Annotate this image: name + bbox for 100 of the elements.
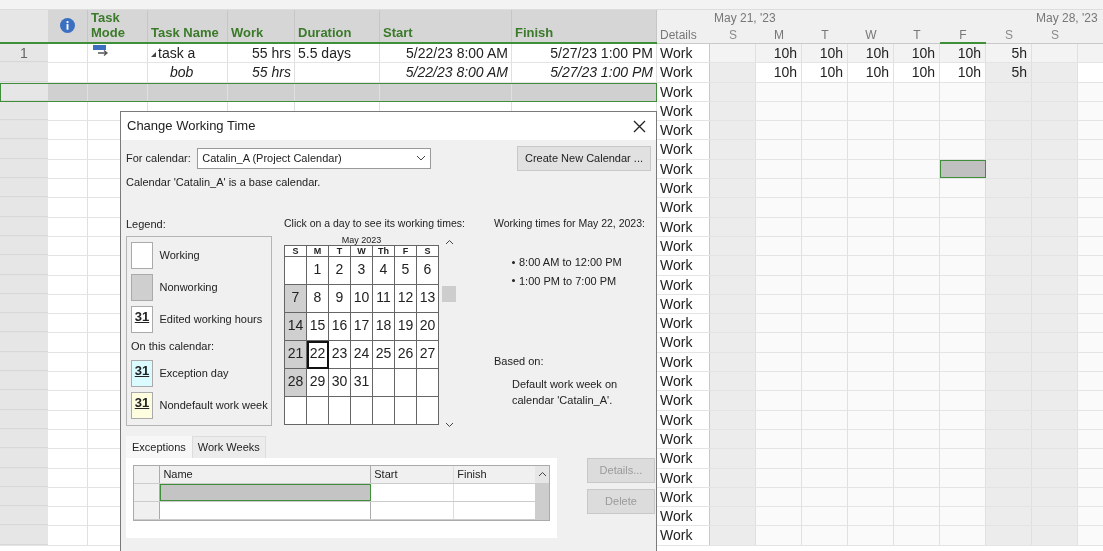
timescale-row[interactable]: Work [657, 429, 1103, 450]
timescale-row[interactable]: Work [657, 140, 1103, 160]
timescale-row[interactable]: Work [657, 159, 1103, 180]
nonworking-cell[interactable] [986, 333, 1032, 352]
timescale-row[interactable]: Work [657, 507, 1103, 527]
select-all-corner[interactable] [0, 10, 48, 42]
nonworking-cell[interactable] [710, 449, 756, 468]
calendar-day[interactable]: 6 [417, 257, 439, 286]
nonworking-cell[interactable] [1032, 449, 1078, 468]
calendar-day[interactable]: 4 [373, 257, 395, 286]
calendar-day[interactable]: 14 [285, 313, 307, 342]
nonworking-cell[interactable] [1032, 372, 1078, 391]
timescale-row[interactable]: Work [657, 121, 1103, 141]
nonworking-cell[interactable] [1032, 333, 1078, 352]
timescale-row[interactable]: Work [657, 198, 1103, 218]
calendar-day[interactable]: 1 [307, 257, 329, 286]
nonworking-cell[interactable] [986, 372, 1032, 391]
calendar-day[interactable]: 10 [351, 285, 373, 314]
calendar-day[interactable]: 3 [351, 257, 373, 286]
timescale-row[interactable]: Work [657, 352, 1103, 373]
timescale-row[interactable]: Work [657, 526, 1103, 546]
calendar-day[interactable]: 9 [329, 285, 351, 314]
timescale-row[interactable]: Work [657, 217, 1103, 237]
timescale-row[interactable]: Work [657, 294, 1103, 315]
nonworking-cell[interactable] [1032, 314, 1078, 333]
calendar-day[interactable]: 7 [285, 285, 307, 314]
day-header[interactable]: M [756, 27, 802, 44]
calendar-day[interactable]: 15 [307, 313, 329, 342]
calendar-day[interactable]: 28 [285, 369, 307, 398]
nonworking-cell[interactable] [710, 507, 756, 526]
calendar-day[interactable]: 22 [307, 341, 329, 370]
timescale-row[interactable]: Work 10h 10h 10h 10h 10h 5h [657, 44, 1103, 64]
timescale-row[interactable]: Work [657, 179, 1103, 199]
nonworking-cell[interactable] [986, 121, 1032, 140]
nonworking-cell[interactable] [710, 372, 756, 391]
day-header[interactable]: T [894, 27, 940, 44]
timescale-row[interactable]: Work [657, 391, 1103, 411]
timescale-row[interactable]: Work [657, 333, 1103, 353]
create-calendar-button[interactable]: Create New Calendar ... [517, 146, 651, 171]
tab[interactable]: Exceptions [126, 436, 192, 458]
calendar-day[interactable]: 8 [307, 285, 329, 314]
timescale-row[interactable]: Work [657, 410, 1103, 430]
calendar-day[interactable]: 27 [417, 341, 439, 370]
work-value[interactable]: 5h [986, 63, 1032, 82]
nonworking-cell[interactable] [710, 198, 756, 217]
timescale-row[interactable]: Work [657, 256, 1103, 276]
nonworking-cell[interactable] [986, 449, 1032, 468]
nonworking-cell[interactable] [986, 198, 1032, 217]
timescale-row[interactable]: Work [657, 372, 1103, 392]
calendar-day[interactable]: 25 [373, 341, 395, 370]
calendar-dropdown[interactable]: Catalin_A (Project Calendar) [197, 147, 432, 169]
nonworking-cell[interactable] [1032, 140, 1078, 159]
nonworking-cell[interactable] [710, 140, 756, 159]
calendar-day[interactable]: 12 [395, 285, 417, 314]
day-header[interactable]: W [848, 27, 894, 44]
scroll-up-icon[interactable] [444, 239, 454, 246]
nonworking-cell[interactable] [1032, 507, 1078, 526]
month-calendar[interactable]: S M T W Th F S 1 2 3 4 5 6 7 8 9 10 11 12 13 14 15 16 17 18 19 20 21 22 23 24 25 26 27 28 29 30 31 [284, 245, 439, 426]
nonworking-cell[interactable] [710, 256, 756, 275]
calendar-day[interactable]: 16 [329, 313, 351, 342]
nonworking-cell[interactable] [1032, 526, 1078, 545]
nonworking-cell[interactable] [710, 526, 756, 545]
nonworking-cell[interactable] [986, 507, 1032, 526]
timescale-row[interactable]: Work [657, 449, 1103, 469]
timescale-row[interactable]: Work [657, 275, 1103, 295]
nonworking-cell[interactable] [986, 256, 1032, 275]
nonworking-cell[interactable] [710, 121, 756, 140]
nonworking-cell[interactable] [710, 391, 756, 410]
scroll-thumb[interactable] [442, 286, 457, 303]
calendar-day[interactable]: 30 [329, 369, 351, 398]
nonworking-cell[interactable] [986, 391, 1032, 410]
timescale-row[interactable]: Work [657, 82, 1103, 102]
calendar-day[interactable]: 13 [417, 285, 439, 314]
nonworking-cell[interactable] [986, 526, 1032, 545]
selected-row[interactable] [0, 82, 657, 102]
calendar-day[interactable]: 26 [395, 341, 417, 370]
nonworking-cell[interactable] [710, 314, 756, 333]
nonworking-cell[interactable] [1032, 391, 1078, 410]
nonworking-cell[interactable] [710, 179, 756, 198]
row-header[interactable]: 1 [0, 44, 48, 63]
calendar-day[interactable]: 21 [285, 341, 307, 370]
scroll-down-icon[interactable] [444, 422, 454, 429]
nonworking-cell[interactable] [1032, 256, 1078, 275]
calendar-day[interactable]: 2 [329, 257, 351, 286]
nonworking-cell[interactable] [710, 63, 756, 82]
calendar-day[interactable]: 24 [351, 341, 373, 370]
nonworking-cell[interactable] [986, 179, 1032, 198]
calendar-day[interactable]: 19 [395, 313, 417, 342]
nonworking-cell[interactable] [986, 314, 1032, 333]
calendar-day[interactable]: 29 [307, 369, 329, 398]
timescale-row[interactable]: Work [657, 314, 1103, 334]
calendar-day[interactable]: 5 [395, 257, 417, 286]
timescale-row[interactable]: Work [657, 236, 1103, 257]
calendar-day[interactable]: 20 [417, 313, 439, 342]
timescale-row[interactable]: Work 10h 10h 10h 10h 10h 5h [657, 63, 1103, 83]
tab[interactable]: Work Weeks [191, 436, 266, 458]
timescale-row[interactable]: Work [657, 487, 1103, 508]
timescale-row[interactable]: Work [657, 468, 1103, 488]
nonworking-cell[interactable] [1032, 63, 1078, 82]
collapse-triangle-icon[interactable] [151, 51, 156, 57]
